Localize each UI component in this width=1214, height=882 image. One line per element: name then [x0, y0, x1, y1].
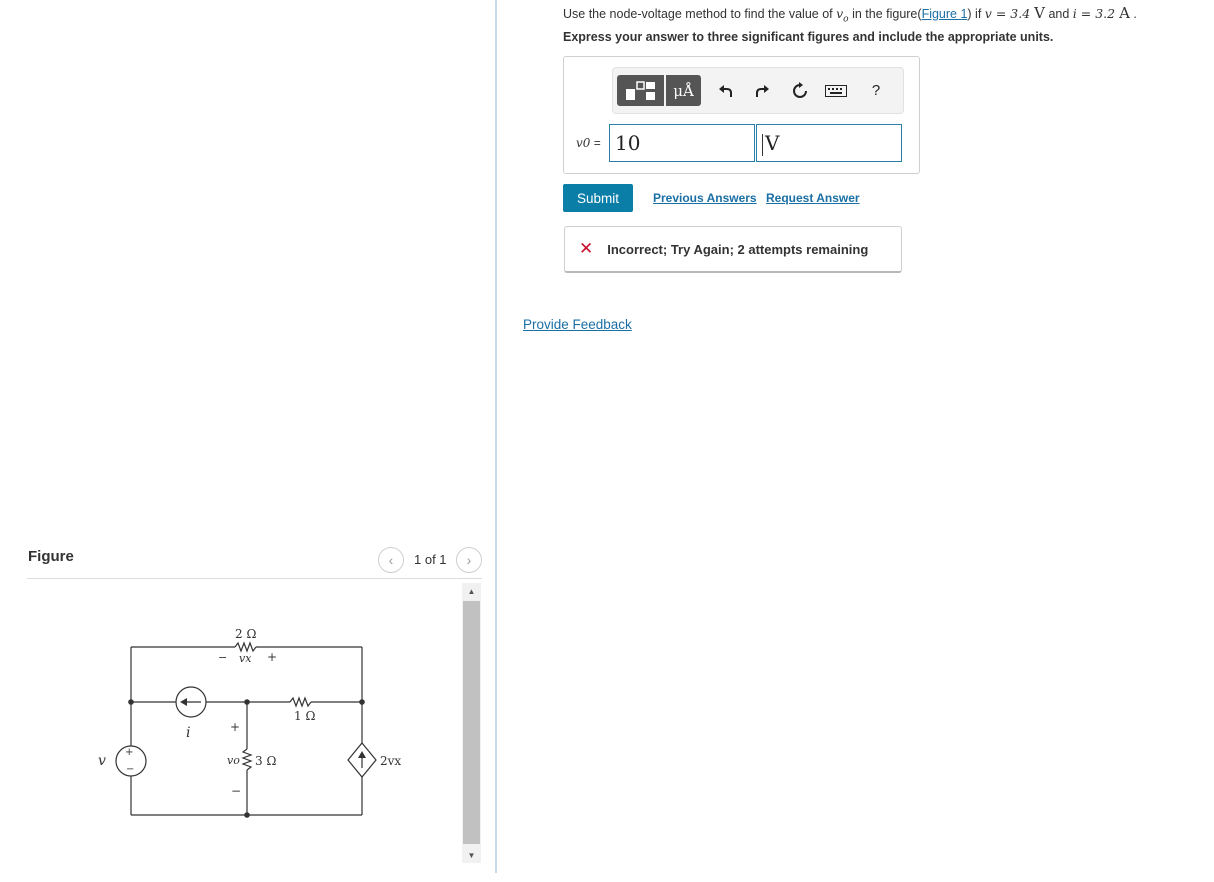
reset-icon[interactable]	[787, 75, 813, 106]
question-end: .	[1129, 7, 1137, 21]
answer-row: v0 = 10 V	[564, 124, 919, 162]
pager-prev-button[interactable]: ‹	[378, 547, 404, 573]
r2-label: 1 Ω	[294, 709, 315, 723]
feedback-box: ✕ Incorrect; Try Again; 2 attempts remai…	[564, 226, 902, 273]
pager-text: 1 of 1	[414, 552, 447, 567]
redo-icon[interactable]	[749, 75, 775, 106]
unit-value: V	[765, 131, 780, 155]
figure-title: Figure	[28, 548, 74, 565]
i-label: i	[186, 725, 190, 741]
vs-minus-label: −	[126, 764, 134, 775]
scroll-thumb[interactable]	[463, 601, 480, 844]
chevron-right-icon: ›	[466, 552, 472, 568]
circuit-diagram: 2 Ω − vx + 1 Ω i v + − + vo − 3 Ω 2vx	[98, 627, 401, 818]
answer-box: μÅ ? v0 = 10 V	[563, 56, 920, 174]
templates-icon[interactable]	[617, 75, 664, 106]
undo-icon[interactable]	[713, 75, 739, 106]
pane-divider[interactable]	[495, 0, 497, 873]
vo-label: vo	[227, 754, 240, 767]
question-text: Use the node-voltage method to find the …	[563, 4, 1137, 25]
unit-input[interactable]: V	[756, 124, 902, 162]
v-equation: v = 3.4	[984, 6, 1035, 21]
figure-link[interactable]: Figure 1	[922, 7, 968, 21]
keyboard-icon[interactable]	[823, 75, 849, 106]
v-label: v	[98, 753, 106, 769]
var-vo: vo	[836, 6, 849, 25]
feedback-text: Incorrect; Try Again; 2 attempts remaini…	[607, 241, 869, 257]
vo-minus-label: −	[231, 784, 241, 798]
value-input[interactable]: 10	[609, 124, 755, 162]
r1-label: 2 Ω	[235, 627, 256, 641]
text-cursor	[762, 133, 763, 156]
vx-minus-label: −	[218, 651, 227, 664]
answer-label-var: v0	[576, 136, 591, 150]
figure-scrollbar[interactable]: ▲ ▼	[462, 583, 481, 863]
help-icon[interactable]: ?	[863, 75, 889, 106]
figure-divider	[27, 578, 482, 579]
answer-label: v0 =	[576, 136, 601, 150]
units-icon[interactable]: μÅ	[666, 75, 701, 106]
scroll-up-icon[interactable]: ▲	[462, 583, 481, 599]
math-toolbar: μÅ ?	[612, 67, 904, 114]
provide-feedback-link[interactable]: Provide Feedback	[523, 317, 632, 332]
dep-source-label: 2vx	[380, 754, 401, 768]
pager-next-button[interactable]: ›	[456, 547, 482, 573]
question-prefix: Use the node-voltage method to find the …	[563, 7, 837, 21]
submit-button[interactable]: Submit	[563, 184, 633, 212]
question-after-link: ) if	[967, 7, 985, 21]
x-icon: ✕	[579, 239, 594, 258]
i-equation: i = 3.2	[1072, 6, 1120, 21]
question-and: and	[1044, 7, 1073, 21]
scroll-down-icon[interactable]: ▼	[462, 847, 481, 863]
i-unit: A	[1119, 4, 1130, 22]
r3-label: 3 Ω	[255, 754, 276, 768]
request-answer-link[interactable]: Request Answer	[766, 191, 860, 205]
instruction-text: Express your answer to three significant…	[563, 30, 1054, 44]
question-mid: in the figure(	[848, 7, 922, 21]
vo-plus-label: +	[230, 720, 240, 734]
answer-label-eq: =	[590, 136, 601, 150]
vx-plus-label: +	[267, 650, 277, 664]
vs-plus-label: +	[125, 747, 133, 758]
v-unit: V	[1034, 4, 1045, 22]
chevron-left-icon: ‹	[388, 552, 394, 568]
vx-label: vx	[239, 652, 252, 665]
previous-answers-link[interactable]: Previous Answers	[653, 191, 757, 205]
